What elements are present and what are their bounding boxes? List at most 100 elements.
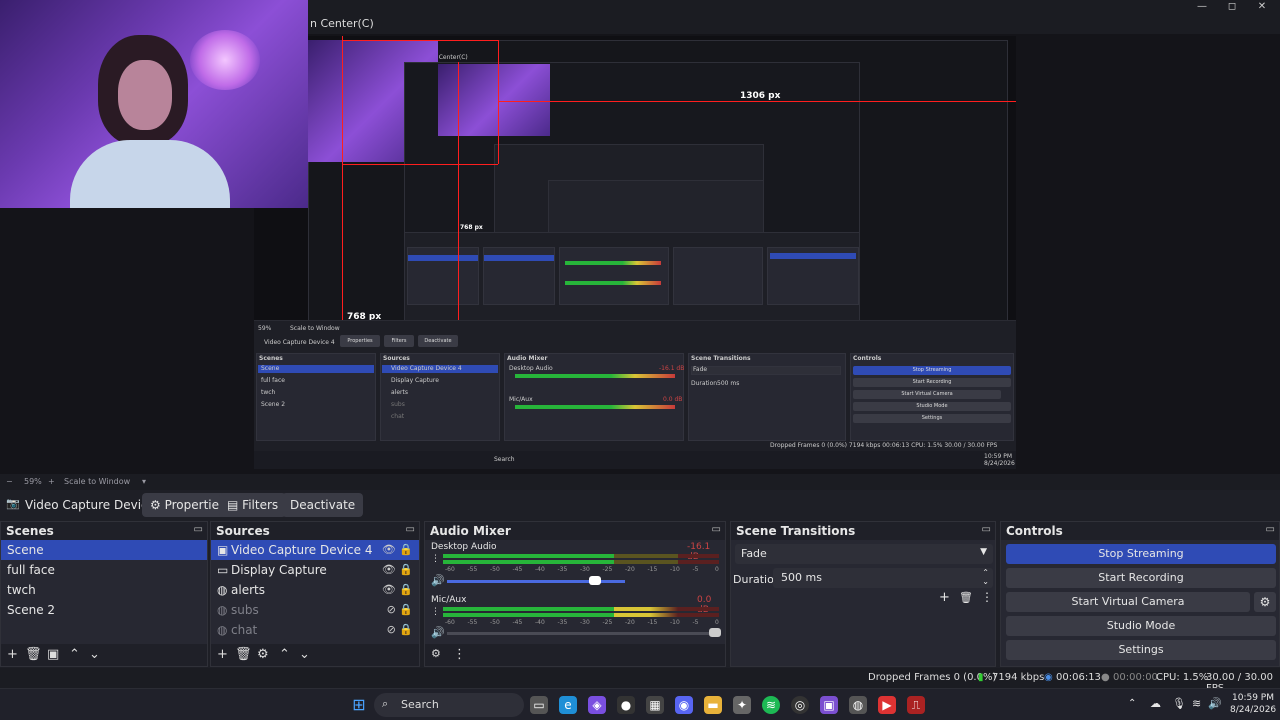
meter-tick: -50	[490, 566, 500, 573]
move-down-icon[interactable]: ⌄	[299, 647, 310, 662]
sources-title: Sources	[216, 524, 270, 538]
edge-icon[interactable]: e	[559, 696, 577, 714]
scale-mode-select[interactable]: Scale to Window	[64, 477, 130, 486]
dock-float-icon[interactable]: ▭	[712, 524, 721, 535]
volume-icon[interactable]: 🔊	[1208, 697, 1222, 710]
dock-float-icon[interactable]: ▭	[1266, 524, 1275, 535]
add-scene-icon[interactable]: +	[7, 647, 18, 662]
cloud-icon[interactable]: ☁	[1150, 697, 1161, 710]
move-up-icon[interactable]: ⌃	[279, 647, 290, 662]
volume-slider-handle[interactable]	[709, 628, 721, 637]
visibility-toggle[interactable]: 👁 🔒	[382, 540, 413, 560]
obs-icon[interactable]: ◎	[791, 696, 809, 714]
stream-icon: ◉	[1044, 672, 1053, 683]
zoom-in-button[interactable]: +	[48, 477, 55, 486]
scene-item-full-face[interactable]: full face	[1, 560, 207, 580]
volume-slider-handle[interactable]	[589, 576, 601, 585]
channel-menu-icon[interactable]: ⋮	[431, 554, 440, 564]
app-icon[interactable]: ⎍	[907, 696, 925, 714]
add-source-icon[interactable]: +	[217, 647, 228, 662]
dock-float-icon[interactable]: ▭	[406, 524, 415, 535]
move-down-icon[interactable]: ⌄	[89, 647, 100, 662]
studio-mode-button[interactable]: Studio Mode	[1006, 616, 1276, 636]
taskbar-search[interactable]: ⌕ Search	[374, 693, 524, 717]
controls-title: Controls	[1006, 524, 1063, 538]
store-icon[interactable]: ▦	[646, 696, 664, 714]
status-bar: Dropped Frames 0 (0.0%) ▮ 7194 kbps ◉ 00…	[0, 668, 1280, 694]
channel-menu-icon[interactable]: ⋮	[431, 607, 440, 617]
visibility-toggle[interactable]: ⊘ 🔒	[387, 600, 413, 620]
minimize-button[interactable]: —	[1186, 0, 1218, 14]
wifi-icon[interactable]: ≋	[1192, 697, 1201, 710]
channel-name: Desktop Audio	[431, 542, 497, 552]
record-icon: ●	[1101, 672, 1110, 683]
scene-filters-icon[interactable]: ▣	[47, 647, 59, 662]
remove-scene-icon[interactable]: 🗑	[25, 647, 42, 662]
task-view-icon[interactable]: ▭	[530, 696, 548, 714]
settings-button[interactable]: Settings	[1006, 640, 1276, 660]
stop-streaming-button[interactable]: Stop Streaming	[1006, 544, 1276, 564]
app-icon[interactable]: ◍	[849, 696, 867, 714]
start-recording-button[interactable]: Start Recording	[1006, 568, 1276, 588]
meter-tick: -15	[647, 566, 658, 573]
mixer-menu-icon[interactable]: ⋮	[453, 647, 466, 662]
virtual-camera-settings-icon[interactable]: ⚙	[1254, 592, 1276, 612]
signal-icon: ▮	[978, 672, 984, 683]
menu-item-help[interactable]: n Center(C)	[310, 17, 374, 30]
copilot-icon[interactable]: ◈	[588, 696, 606, 714]
app-icon[interactable]: ▣	[820, 696, 838, 714]
stepper-down-icon[interactable]: ⌄	[982, 577, 989, 586]
discord-icon[interactable]: ◉	[675, 696, 693, 714]
dock-float-icon[interactable]: ▭	[982, 524, 991, 535]
tray-chevron-icon[interactable]: ⌃	[1128, 698, 1136, 709]
app-icon[interactable]: ✦	[733, 696, 751, 714]
transition-select[interactable]: Fade ▼	[735, 544, 993, 564]
scale-mode-dropdown-icon[interactable]: ▾	[142, 477, 146, 486]
filters-button[interactable]: ▤ Filters	[219, 493, 287, 517]
source-item[interactable]: ◍ alerts 👁 🔒	[211, 580, 419, 600]
app-icon[interactable]: ▶	[878, 696, 896, 714]
file-explorer-icon[interactable]: ▬	[704, 696, 722, 714]
globe-icon: ◍	[217, 623, 228, 637]
clock-time[interactable]: 10:59 PM	[1232, 693, 1274, 703]
visibility-toggle[interactable]: 👁 🔒	[382, 560, 413, 580]
source-item[interactable]: ◍ chat ⊘ 🔒	[211, 620, 419, 640]
mini-sources: Sources Video Capture Device 4 Display C…	[380, 353, 500, 441]
transition-menu-icon[interactable]: ⋮	[981, 590, 993, 604]
source-item[interactable]: ▣ Video Capture Device 4 👁 🔒	[211, 540, 419, 560]
guide-line-h2	[342, 164, 498, 165]
speaker-icon[interactable]: 🔊	[431, 574, 445, 587]
bitrate: 7194 kbps	[992, 672, 1045, 683]
scene-item-scene[interactable]: Scene	[1, 540, 207, 560]
clock-date[interactable]: 8/24/2026	[1230, 705, 1276, 715]
zoom-out-button[interactable]: −	[6, 477, 13, 486]
add-transition-icon[interactable]: +	[939, 590, 950, 605]
meter-tick: -10	[670, 566, 680, 573]
source-properties-icon[interactable]: ⚙	[257, 647, 269, 662]
source-item[interactable]: ◍ subs ⊘ 🔒	[211, 600, 419, 620]
start-virtual-camera-button[interactable]: Start Virtual Camera	[1006, 592, 1250, 612]
app-icon[interactable]: ●	[617, 696, 635, 714]
maximize-button[interactable]: ◻	[1216, 0, 1248, 14]
visibility-toggle[interactable]: ⊘ 🔒	[387, 620, 413, 640]
spotify-icon[interactable]: ≋	[762, 696, 780, 714]
move-up-icon[interactable]: ⌃	[69, 647, 80, 662]
dock-float-icon[interactable]: ▭	[194, 524, 203, 535]
level-meter	[443, 554, 719, 558]
mic-icon[interactable]: 🎙	[1172, 697, 1186, 710]
mixer-title: Audio Mixer	[430, 524, 511, 538]
stepper-up-icon[interactable]: ⌃	[982, 568, 989, 577]
deactivate-button[interactable]: Deactivate	[282, 493, 364, 517]
scene-item-twch[interactable]: twch	[1, 580, 207, 600]
visibility-toggle[interactable]: 👁 🔒	[382, 580, 413, 600]
remove-transition-icon[interactable]: 🗑	[959, 591, 973, 604]
windows-start-icon[interactable]: ⊞	[350, 696, 368, 714]
duration-input[interactable]: 500 ms ⌃ ⌄	[773, 568, 993, 588]
advanced-audio-icon[interactable]: ⚙	[431, 647, 441, 660]
remove-source-icon[interactable]: 🗑	[235, 647, 252, 662]
source-item[interactable]: ▭ Display Capture 👁 🔒	[211, 560, 419, 580]
speaker-icon[interactable]: 🔊	[431, 626, 445, 639]
scene-item-scene-2[interactable]: Scene 2	[1, 600, 207, 620]
meter-tick: -45	[512, 619, 523, 626]
close-button[interactable]: ✕	[1246, 0, 1278, 14]
